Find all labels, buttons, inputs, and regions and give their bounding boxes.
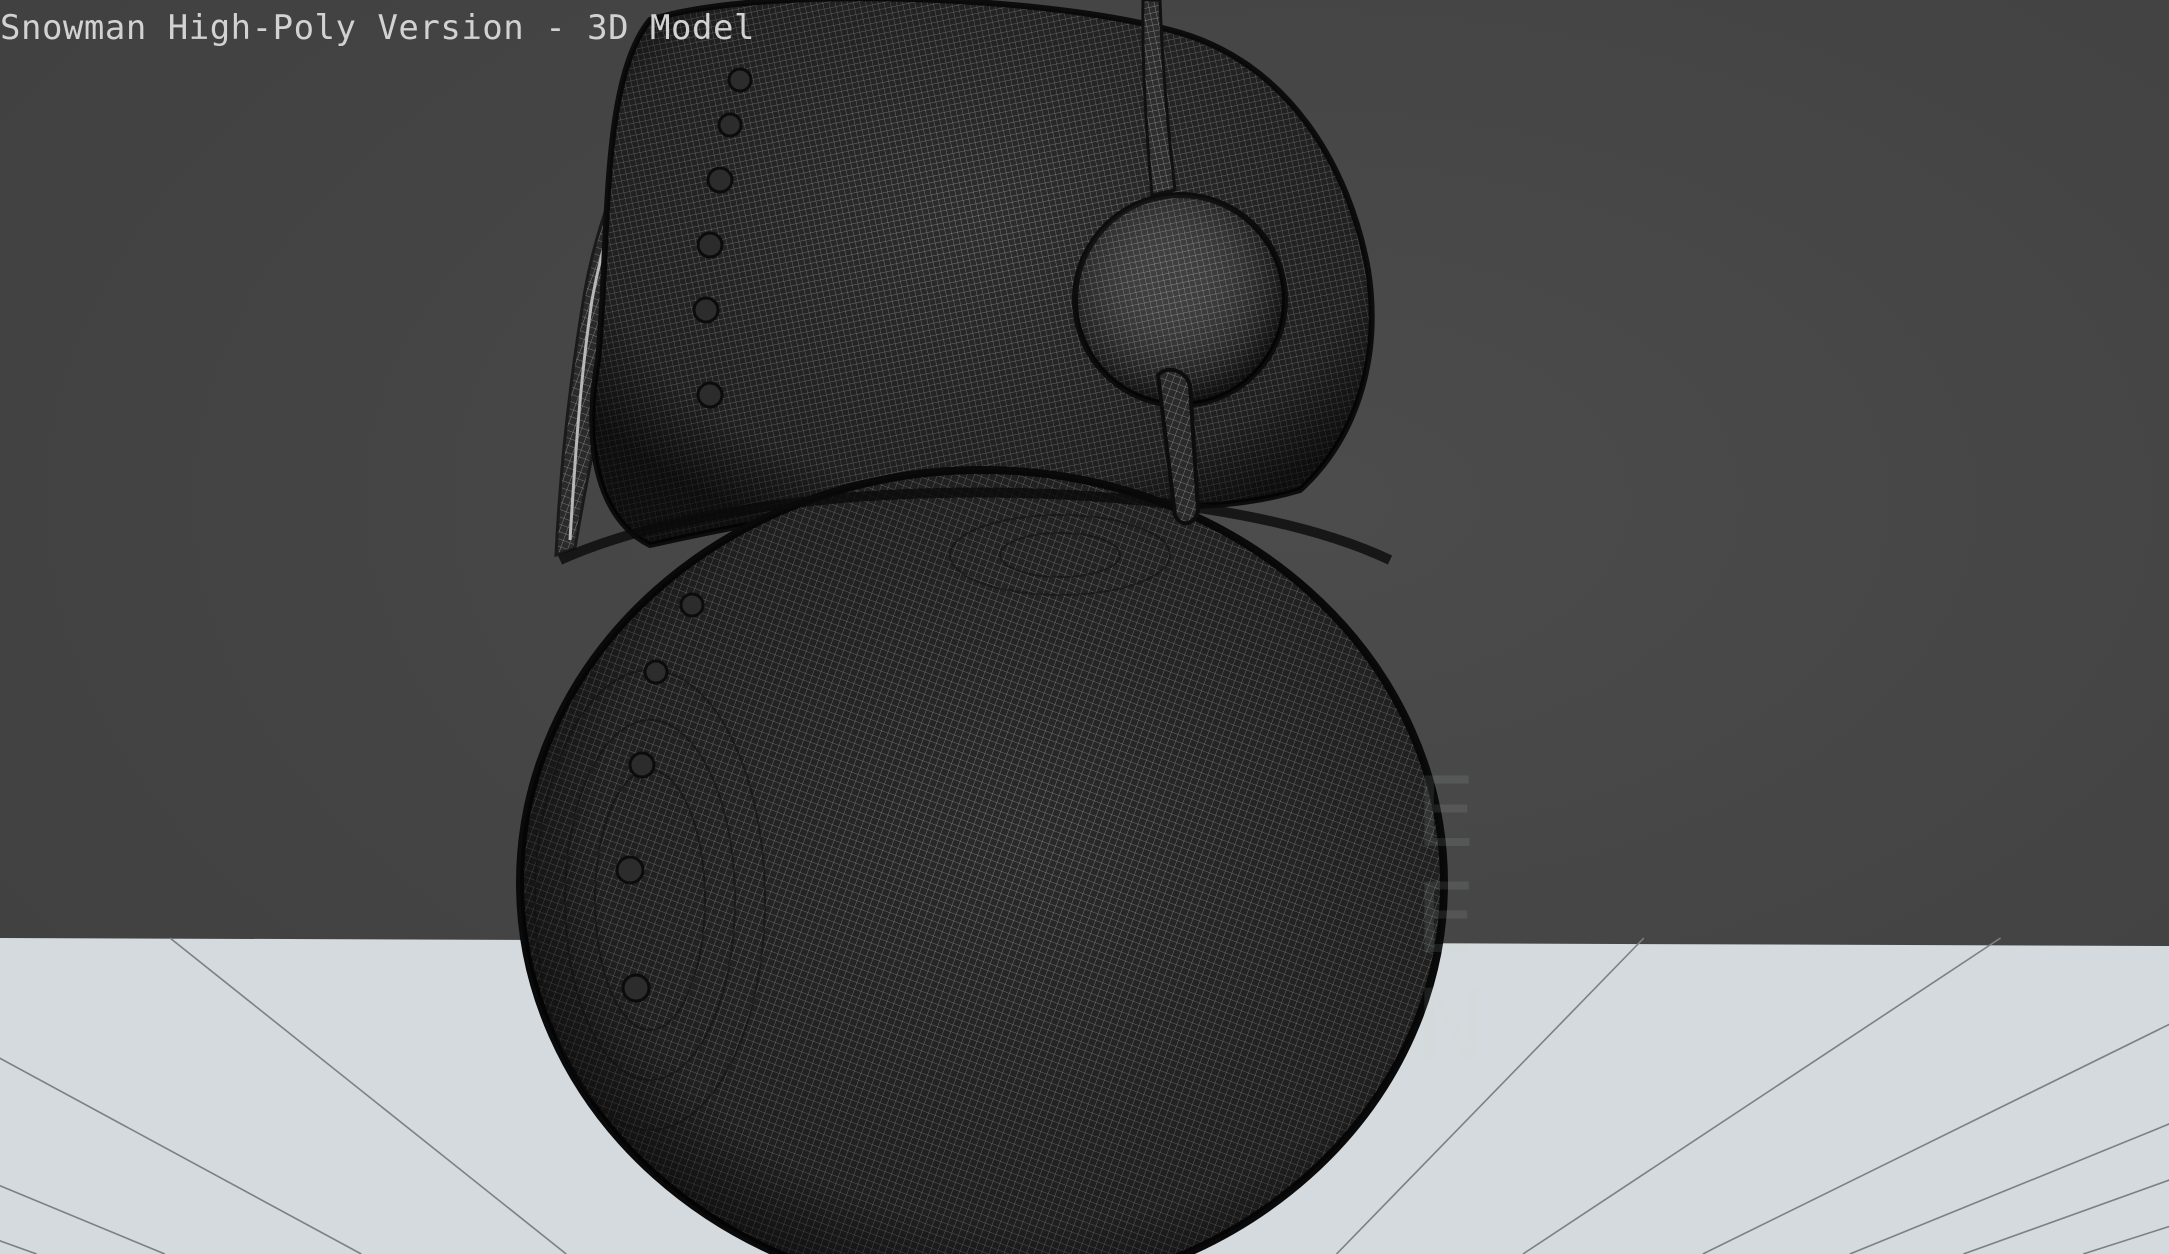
viewport-title: Snowman High-Poly Version - 3D Model: [0, 8, 755, 48]
3d-viewport[interactable]: Snowman High-Poly Version - 3D Model E E…: [0, 0, 2169, 1254]
watermark-text: E E N: [1415, 757, 1487, 1081]
lower-body-sphere: [516, 466, 1448, 1254]
scene-canvas[interactable]: [0, 0, 2169, 1254]
